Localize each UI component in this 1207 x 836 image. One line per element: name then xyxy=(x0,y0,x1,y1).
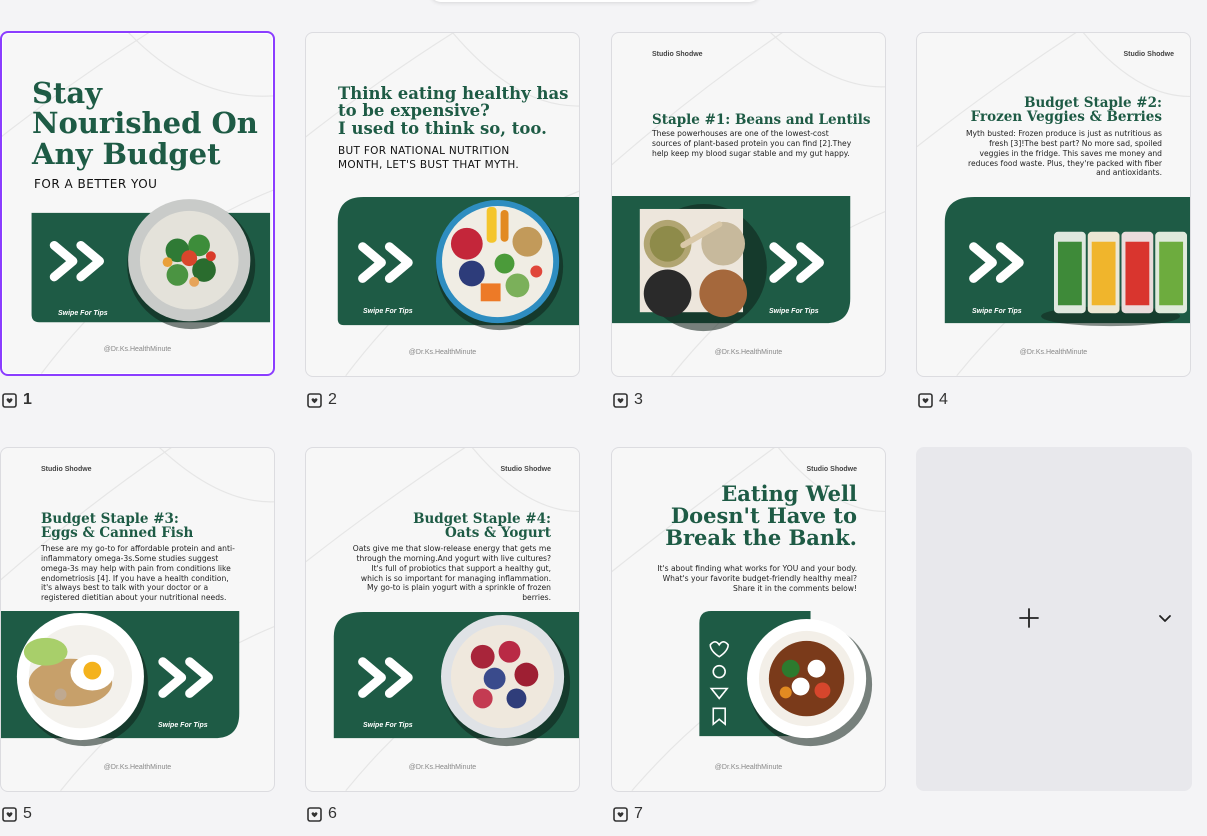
page-7-brand: Studio Shodwe xyxy=(806,466,857,473)
page-5-artwork xyxy=(1,448,274,791)
bookmark-heart-icon xyxy=(918,392,933,408)
page-3-title: Staple #1: Beans and Lentils xyxy=(652,112,871,128)
page-3-swipe-text: Swipe For Tips xyxy=(769,308,819,315)
page-6-swipe-text: Swipe For Tips xyxy=(363,722,413,729)
page-5-body: These are my go-to for affordable protei… xyxy=(41,544,235,603)
page-label-7: 7 xyxy=(613,805,643,823)
page-5-brand: Studio Shodwe xyxy=(41,466,92,473)
page-2-swipe-text: Swipe For Tips xyxy=(363,308,413,315)
page-3-body: These powerhouses are one of the lowest-… xyxy=(652,129,852,158)
plus-icon[interactable] xyxy=(1018,607,1040,629)
page-1-subtitle: FOR A BETTER YOU xyxy=(34,177,158,191)
page-thumbnail-1[interactable]: Stay Nourished On Any Budget FOR A BETTE… xyxy=(0,31,275,376)
page-label-1: 1 xyxy=(2,391,32,409)
page-5-title: Budget Staple #3: Eggs & Canned Fish xyxy=(41,511,194,542)
bookmark-heart-icon xyxy=(2,392,17,408)
page-4-title: Budget Staple #2: Frozen Veggies & Berri… xyxy=(970,95,1162,126)
page-label-3: 3 xyxy=(613,391,643,409)
bookmark-heart-icon xyxy=(2,806,17,822)
page-number: 5 xyxy=(23,805,32,822)
chevron-down-icon[interactable] xyxy=(1158,611,1172,625)
page-7-title: Eating Well Doesn't Have to Break the Ba… xyxy=(665,481,857,551)
page-3-handle: @Dr.Ks.HealthMinute xyxy=(714,349,783,356)
page-3-artwork xyxy=(612,33,885,376)
page-5-swipe-text: Swipe For Tips xyxy=(158,722,208,729)
page-2-caption: BUT FOR NATIONAL NUTRITION MONTH, LET'S … xyxy=(338,145,520,172)
page-thumbnail-7[interactable]: Studio Shodwe Eating Well Doesn't Have t… xyxy=(611,447,886,792)
page-1-title: Stay Nourished On Any Budget xyxy=(32,76,258,171)
page-1-handle: @Dr.Ks.HealthMinute xyxy=(103,346,172,353)
page-label-6: 6 xyxy=(307,805,337,823)
page-1-swipe-text: Swipe For Tips xyxy=(58,310,108,317)
page-label-5: 5 xyxy=(2,805,32,823)
page-thumbnail-4[interactable]: Studio Shodwe Budget Staple #2: Frozen V… xyxy=(916,32,1191,377)
bookmark-heart-icon xyxy=(613,392,628,408)
top-toolbar-stub xyxy=(430,0,760,2)
page-thumbnail-2[interactable]: Think eating healthy has to be expensive… xyxy=(305,32,580,377)
page-6-handle: @Dr.Ks.HealthMinute xyxy=(408,764,477,771)
page-number: 7 xyxy=(634,805,643,822)
bookmark-heart-icon xyxy=(613,806,628,822)
page-number: 1 xyxy=(23,391,32,408)
add-page-tile[interactable] xyxy=(916,447,1192,791)
bookmark-heart-icon xyxy=(307,392,322,408)
page-number: 2 xyxy=(328,391,337,408)
page-4-brand: Studio Shodwe xyxy=(1123,51,1174,58)
page-label-4: 4 xyxy=(918,391,948,409)
page-thumbnail-6[interactable]: Studio Shodwe Budget Staple #4: Oats & Y… xyxy=(305,447,580,792)
page-label-2: 2 xyxy=(307,391,337,409)
page-2-title: Think eating healthy has to be expensive… xyxy=(338,84,569,138)
page-5-handle: @Dr.Ks.HealthMinute xyxy=(103,764,172,771)
bookmark-heart-icon xyxy=(307,806,322,822)
page-6-brand: Studio Shodwe xyxy=(500,466,551,473)
page-thumbnail-3[interactable]: Studio Shodwe Staple #1: Beans and Lenti… xyxy=(611,32,886,377)
page-7-body: It's about finding what works for YOU an… xyxy=(657,564,857,593)
page-4-artwork xyxy=(917,33,1190,376)
page-6-title: Budget Staple #4: Oats & Yogurt xyxy=(413,511,551,542)
page-number: 3 xyxy=(634,391,643,408)
page-6-artwork xyxy=(306,448,579,791)
page-6-body: Oats give me that slow-release energy th… xyxy=(352,544,551,603)
page-3-brand: Studio Shodwe xyxy=(652,51,703,58)
page-number: 6 xyxy=(328,805,337,822)
page-number: 4 xyxy=(939,391,948,408)
page-4-handle: @Dr.Ks.HealthMinute xyxy=(1019,349,1088,356)
page-4-swipe-text: Swipe For Tips xyxy=(972,308,1022,315)
page-7-handle: @Dr.Ks.HealthMinute xyxy=(714,764,783,771)
page-thumbnail-5[interactable]: Studio Shodwe Budget Staple #3: Eggs & C… xyxy=(0,447,275,792)
page-4-body: Myth busted: Frozen produce is just as n… xyxy=(965,129,1162,178)
page-2-handle: @Dr.Ks.HealthMinute xyxy=(408,349,477,356)
